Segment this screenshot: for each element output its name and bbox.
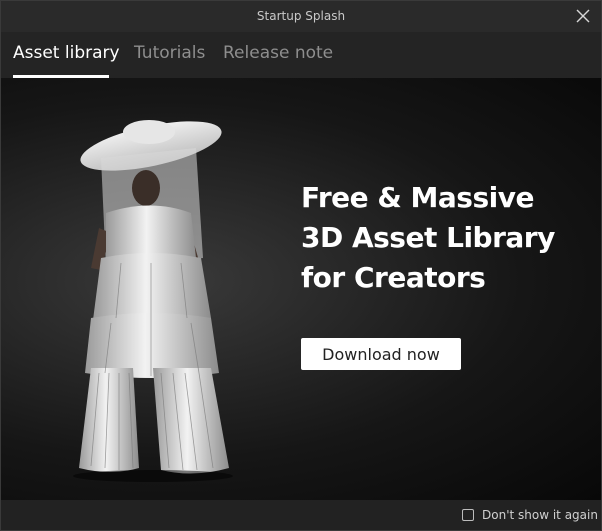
hero-banner: Free & Massive 3D Asset Library for Crea… [1,78,601,500]
hero-headline: Free & Massive 3D Asset Library for Crea… [301,178,581,298]
close-icon [576,9,590,23]
tab-tutorials[interactable]: Tutorials [134,43,205,63]
window-title: Startup Splash [256,9,346,23]
checkbox-icon[interactable] [462,509,474,521]
close-button[interactable] [573,6,593,26]
headline-line: 3D Asset Library [301,221,555,254]
footer-bar: Don't show it again [1,500,601,530]
tab-asset-library[interactable]: Asset library [13,43,120,63]
download-now-button[interactable]: Download now [301,338,461,370]
title-bar: Startup Splash [1,1,601,32]
tab-release-note[interactable]: Release note [223,43,333,63]
hero-figure-image [73,120,233,482]
headline-line: for Creators [301,261,486,294]
dont-show-again-label[interactable]: Don't show it again [482,508,598,522]
tab-bar: Asset library Tutorials Release note [1,32,601,78]
headline-line: Free & Massive [301,181,534,214]
startup-splash-window: Startup Splash Asset library Tutorials R… [0,0,602,531]
